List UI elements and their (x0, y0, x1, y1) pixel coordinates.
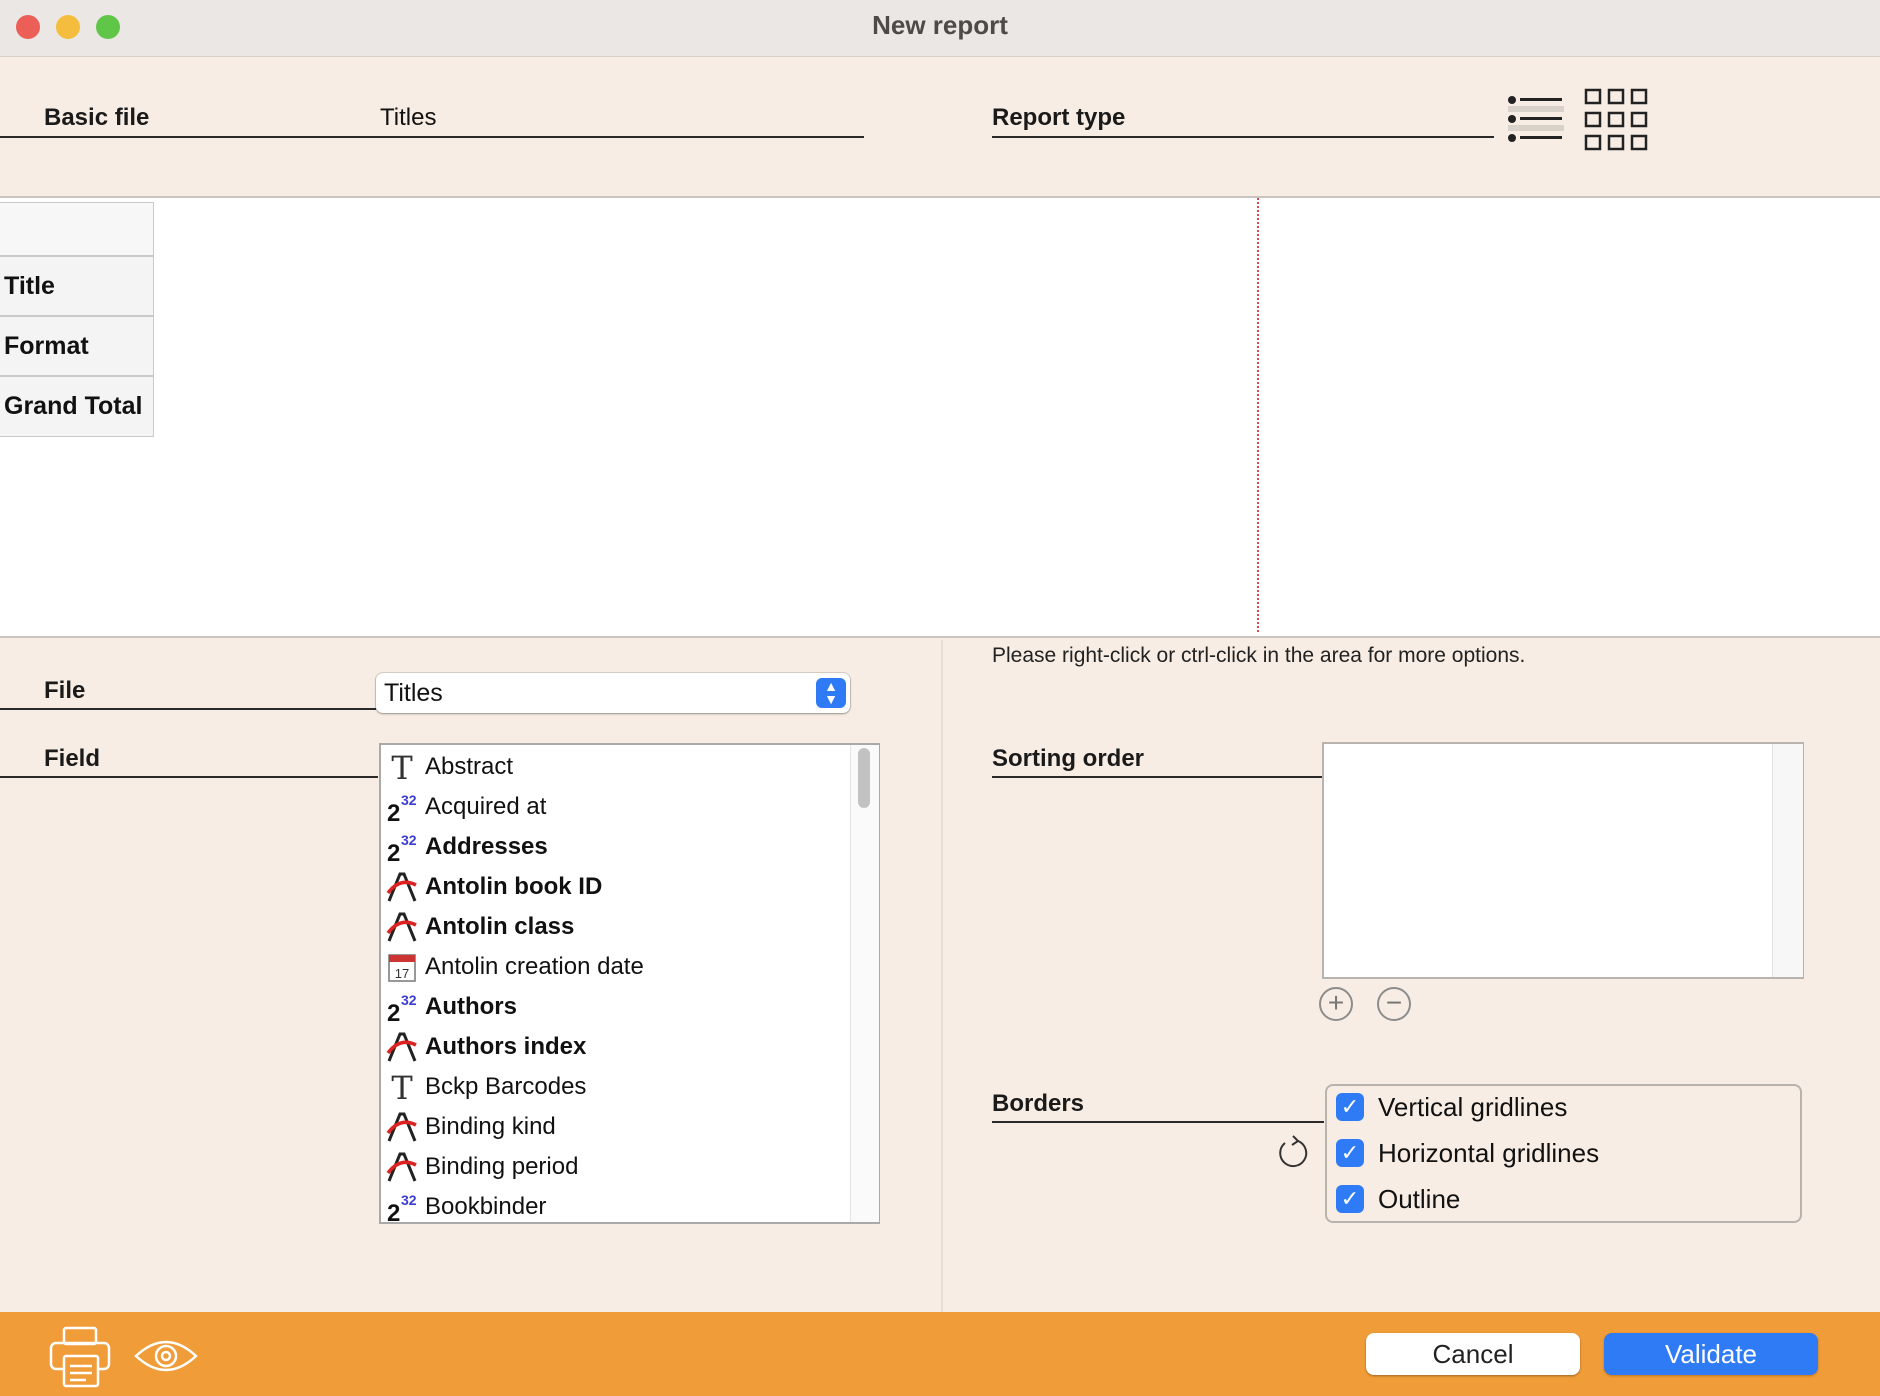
field-item-label: Authors (425, 993, 517, 1020)
list-layout-icon[interactable] (1508, 96, 1564, 142)
print-icon[interactable] (48, 1326, 112, 1388)
horizontal-gridlines-checkbox[interactable]: ✓ (1336, 1139, 1364, 1167)
reset-borders-icon[interactable] (1276, 1134, 1310, 1170)
date-icon: 17 (385, 950, 419, 984)
field-label: Field (44, 745, 101, 772)
report-type-label: Report type (992, 104, 1126, 131)
field-item-label: Authors index (425, 1033, 587, 1060)
file-rule (0, 708, 376, 710)
borders-rule (992, 1121, 1324, 1123)
outline-label: Outline (1378, 1183, 1461, 1214)
list-item[interactable]: T Abstract (385, 747, 845, 787)
alpha-icon (385, 870, 419, 904)
field-item-label: Antolin creation date (425, 953, 644, 980)
alpha-icon (385, 910, 419, 944)
sorting-order-rule (992, 776, 1322, 778)
integer-icon: 2 32 (385, 1190, 419, 1223)
sorting-order-scrollbar[interactable] (1772, 744, 1803, 977)
svg-text:2: 2 (387, 1000, 400, 1023)
list-item[interactable]: T Bckp Barcodes (385, 1067, 845, 1107)
svg-text:32: 32 (401, 792, 417, 808)
remove-sort-button[interactable]: − (1377, 987, 1411, 1021)
borders-label: Borders (992, 1090, 1085, 1117)
report-preview-area[interactable] (0, 196, 1880, 638)
svg-text:T: T (391, 751, 413, 783)
svg-text:2: 2 (387, 1200, 400, 1223)
text-icon: T (385, 750, 419, 784)
list-item[interactable]: 2 32 Addresses (385, 827, 845, 867)
svg-text:2: 2 (387, 840, 400, 863)
text-icon: T (385, 1070, 419, 1104)
sorting-order-list[interactable] (1322, 742, 1804, 979)
basic-file-value: Titles (380, 104, 437, 131)
list-item[interactable]: Antolin class (385, 907, 845, 947)
svg-text:2: 2 (387, 800, 400, 823)
grid-layout-icon[interactable] (1584, 88, 1648, 152)
svg-text:32: 32 (401, 992, 417, 1008)
svg-text:17: 17 (395, 966, 409, 981)
field-list[interactable]: T Abstract 2 32 Acquired at 2 32 Addresses Antol… (379, 743, 880, 1224)
field-list-scrollbar[interactable] (850, 745, 879, 1222)
field-item-label: Acquired at (425, 793, 547, 820)
field-list-scroll-thumb[interactable] (858, 748, 870, 808)
integer-icon: 2 32 (385, 990, 419, 1024)
list-item[interactable]: Binding period (385, 1147, 845, 1187)
field-item-label: Binding period (425, 1153, 579, 1180)
list-item[interactable]: 17 Antolin creation date (385, 947, 845, 987)
footer-bar (0, 1312, 1880, 1396)
alpha-icon (385, 1110, 419, 1144)
preview-eye-icon[interactable] (134, 1336, 198, 1376)
field-item-label: Binding kind (425, 1113, 556, 1140)
outline-checkbox[interactable]: ✓ (1336, 1185, 1364, 1213)
field-item-label: Antolin class (425, 913, 575, 940)
integer-icon: 2 32 (385, 790, 419, 824)
window-title: New report (872, 10, 1008, 40)
panel-divider (941, 640, 943, 1312)
corner-cell (0, 202, 154, 256)
field-item-label: Bookbinder (425, 1193, 547, 1220)
list-item[interactable]: 2 32 Bookbinder (385, 1187, 845, 1223)
file-select-value: Titles (384, 679, 443, 707)
chevron-updown-icon: ▲ ▼ (816, 678, 846, 708)
alpha-icon (385, 1030, 419, 1064)
list-item[interactable]: Antolin book ID (385, 867, 845, 907)
list-item[interactable]: 2 32 Acquired at (385, 787, 845, 827)
list-item[interactable]: Binding kind (385, 1107, 845, 1147)
vertical-gridlines-option[interactable]: ✓ Vertical gridlines (1336, 1087, 1567, 1127)
svg-text:T: T (391, 1071, 413, 1103)
cancel-button[interactable]: Cancel (1366, 1333, 1580, 1375)
alpha-icon (385, 1150, 419, 1184)
sorting-order-label: Sorting order (992, 745, 1145, 772)
outline-option[interactable]: ✓ Outline (1336, 1179, 1460, 1219)
basic-file-label: Basic file (44, 104, 150, 131)
horizontal-gridlines-option[interactable]: ✓ Horizontal gridlines (1336, 1133, 1599, 1173)
list-item[interactable]: 2 32 Authors (385, 987, 845, 1027)
hint-text: Please right-click or ctrl-click in the … (992, 644, 1526, 667)
field-item-label: Bckp Barcodes (425, 1073, 587, 1100)
field-item-label: Addresses (425, 833, 548, 860)
basic-file-rule (0, 136, 864, 138)
list-item[interactable]: Authors index (385, 1027, 845, 1067)
row-header-title[interactable]: Title (0, 256, 154, 316)
validate-button[interactable]: Validate (1604, 1333, 1818, 1375)
row-header-format[interactable]: Format (0, 316, 154, 376)
svg-text:32: 32 (401, 832, 417, 848)
row-header-grand-total[interactable]: Grand Total (0, 376, 154, 437)
svg-text:32: 32 (401, 1192, 417, 1208)
field-item-label: Abstract (425, 753, 514, 780)
vertical-gridlines-label: Vertical gridlines (1378, 1091, 1568, 1122)
add-sort-button[interactable]: + (1319, 987, 1353, 1021)
vertical-gridlines-checkbox[interactable]: ✓ (1336, 1093, 1364, 1121)
field-item-label: Antolin book ID (425, 873, 603, 900)
file-label: File (44, 677, 86, 704)
integer-icon: 2 32 (385, 830, 419, 864)
page-break-line (1257, 198, 1259, 632)
horizontal-gridlines-label: Horizontal gridlines (1378, 1137, 1600, 1168)
report-type-rule (992, 136, 1494, 138)
field-rule (0, 776, 378, 778)
file-select[interactable]: Titles ▲ ▼ (376, 673, 850, 713)
